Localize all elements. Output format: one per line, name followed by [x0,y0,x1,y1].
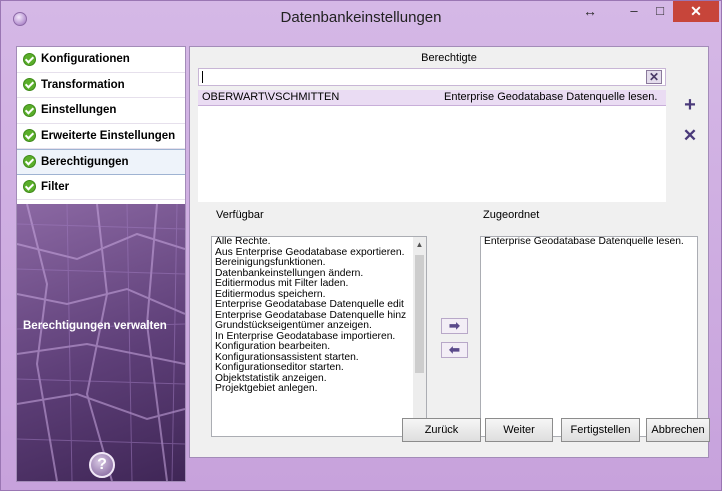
nav-item-transformation[interactable]: Transformation [17,73,185,98]
granted-list[interactable]: OBERWART\VSCHMITTEN Enterprise Geodataba… [198,90,666,202]
list-item[interactable]: Enterprise Geodatabase Datenquelle lesen… [481,237,697,248]
checkmark-icon [23,129,36,143]
checkmark-icon [23,52,36,66]
next-button[interactable]: Weiter [485,418,553,442]
assign-arrow-button[interactable]: ➡ [441,318,468,334]
nav-item-label: Transformation [41,78,125,91]
finish-button[interactable]: Fertigstellen [561,418,640,442]
search-input[interactable]: ✕ [198,68,666,86]
list-item[interactable]: Bereinigungsfunktionen. [212,257,426,269]
nav-item-erweiterte-einstellungen[interactable]: Erweiterte Einstellungen [17,124,185,149]
permissions-panel: Berechtigte ✕ OBERWART\VSCHMITTEN Enterp… [189,46,709,458]
assigned-label: Zugeordnet [483,209,540,221]
nav-item-berechtigungen[interactable]: Berechtigungen [17,149,185,175]
close-button[interactable]: ✕ [673,1,719,22]
available-listbox[interactable]: Alle Rechte. Aus Enterprise Geodatabase … [211,236,427,437]
list-item[interactable]: Projektgebiet anlegen. [212,383,426,395]
wizard-sidebar: Konfigurationen Transformation Einstellu… [16,46,186,482]
nav-item-label: Filter [41,180,70,193]
checkmark-icon [23,103,36,117]
list-item[interactable]: Enterprise Geodatabase Datenquelle edit [212,299,426,311]
window-title: Datenbankeinstellungen [280,9,442,26]
maximize-button[interactable]: □ [649,1,671,22]
unassign-arrow-button[interactable]: ⬅ [441,342,468,358]
nav-item-konfigurationen[interactable]: Konfigurationen [17,47,185,73]
nav-item-label: Konfigurationen [41,53,130,66]
table-row[interactable]: OBERWART\VSCHMITTEN Enterprise Geodataba… [198,90,666,106]
list-item[interactable]: Konfiguration bearbeiten. [212,341,426,353]
assigned-listbox[interactable]: Enterprise Geodatabase Datenquelle lesen… [480,236,698,437]
nav-item-label: Erweiterte Einstellungen [41,129,176,142]
dialog-window: Datenbankeinstellungen ↔ – □ ✕ Konfigura… [0,0,722,491]
nav-item-label: Berechtigungen [41,155,129,168]
list-item[interactable]: Konfigurationseditor starten. [212,362,426,374]
nav-item-filter[interactable]: Filter [17,175,185,200]
list-item[interactable]: Editiermodus mit Filter laden. [212,278,426,290]
granted-title: Berechtigte [421,52,477,64]
remove-user-button[interactable]: ✕ [680,126,700,146]
sidebar-map-graphic: Berechtigungen verwalten ? [17,204,185,481]
scrollbar-thumb[interactable] [415,255,424,373]
granted-permission: Enterprise Geodatabase Datenquelle lesen… [444,91,658,103]
nav-item-einstellungen[interactable]: Einstellungen [17,98,185,124]
granted-user: OBERWART\VSCHMITTEN [202,91,340,103]
text-caret [202,71,203,83]
help-icon[interactable]: ? [89,452,115,478]
sidebar-caption: Berechtigungen verwalten [23,320,167,332]
cancel-button[interactable]: Abbrechen [646,418,710,442]
add-user-button[interactable]: + [680,95,700,116]
back-button[interactable]: Zurück [402,418,481,442]
clear-search-button[interactable]: ✕ [646,70,662,84]
minimize-button[interactable]: – [623,1,645,22]
nav-item-label: Einstellungen [41,104,117,117]
list-item[interactable]: Grundstückseigentümer anzeigen. [212,320,426,332]
list-item[interactable]: Alle Rechte. [212,237,426,248]
street-map-illustration [17,204,185,481]
available-label: Verfügbar [216,209,264,221]
checkmark-icon [23,155,36,169]
scroll-up-icon[interactable]: ▲ [413,238,426,251]
vertical-scrollbar[interactable]: ▲ ▼ [413,237,426,436]
checkmark-icon [23,78,36,92]
checkmark-icon [23,180,36,194]
title-bar[interactable]: Datenbankeinstellungen ↔ – □ ✕ [1,1,721,37]
resize-icon[interactable]: ↔ [579,1,601,22]
